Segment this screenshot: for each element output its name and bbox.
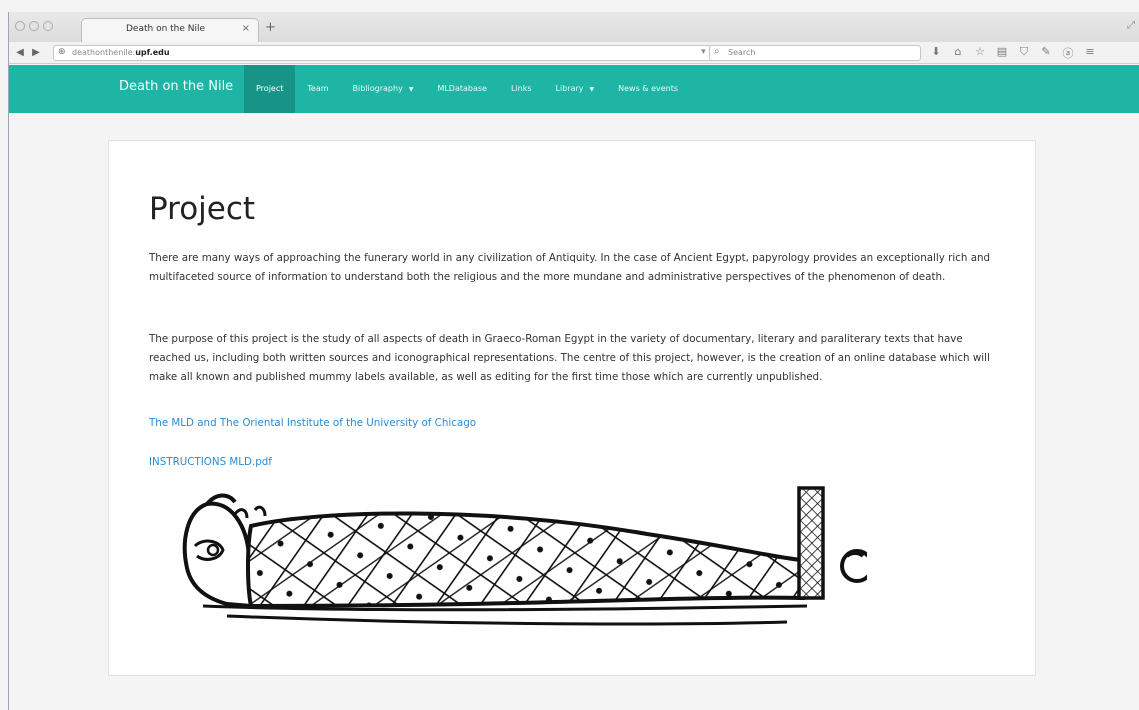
oriental-institute-link[interactable]: The MLD and The Oriental Institute of th… [149,417,476,429]
menu-icon[interactable]: ≡ [1083,45,1097,61]
instructions-pdf-link[interactable]: INSTRUCTIONS MLD.pdf [149,456,272,468]
site-brand[interactable]: Death on the Nile [119,79,233,94]
caret-down-icon: ▼ [408,86,414,93]
search-icon: ⌕ [714,46,720,57]
forward-icon[interactable]: ▶ [29,46,43,60]
addon-icon[interactable]: ⓐ [1061,45,1075,61]
menu-item-mldatabase[interactable]: MLDatabase [425,65,499,113]
menu-item-links[interactable]: Links [499,65,544,113]
menu-item-bibliography[interactable]: Bibliography ▼ [341,65,426,113]
url-text: deathonthenile.upf.edu [72,48,170,57]
menu-item-news-events[interactable]: News & events [606,65,690,113]
close-window-button[interactable] [15,21,25,31]
menu-item-project[interactable]: Project [244,65,296,113]
menu-item-label: Bibliography [352,84,403,93]
browser-tab[interactable]: Death on the Nile × [81,18,259,42]
address-bar[interactable]: ⊕ deathonthenile.upf.edu ▾ ↻ [53,45,723,61]
minimize-window-button[interactable] [29,21,39,31]
search-placeholder: Search [728,48,756,57]
intro-paragraph: There are many ways of approaching the f… [149,252,991,283]
site-navbar: Death on the Nile Project Team Bibliogra… [9,65,1139,113]
library-icon[interactable]: ▤ [995,45,1009,61]
tab-title: Death on the Nile [126,24,206,34]
menu-item-team[interactable]: Team [295,65,340,113]
purpose-paragraph: The purpose of this project is the study… [149,333,990,383]
navigation-toolbar: ◀ ▶ ⊕ deathonthenile.upf.edu ▾ ↻ ⌕ Searc… [9,42,1139,64]
bookmark-star-icon[interactable]: ☆ [973,45,987,61]
maximize-window-button[interactable] [43,21,53,31]
fullscreen-icon[interactable]: ⤢ [1127,20,1135,31]
tab-strip: Death on the Nile × + ⤢ [9,12,1139,42]
pocket-icon[interactable]: ⛉ [1017,45,1031,61]
menu-item-label: Library [555,84,584,93]
toolbar-icons: ⬇ ⌂ ☆ ▤ ⛉ ✎ ⓐ ≡ [929,45,1097,61]
globe-icon: ⊕ [58,47,66,57]
window-controls [15,21,53,31]
home-icon[interactable]: ⌂ [951,45,965,61]
site-menu: Project Team Bibliography ▼ MLDatabase Li… [244,65,690,113]
tab-close-icon[interactable]: × [242,23,250,34]
menu-item-library[interactable]: Library ▼ [544,65,607,113]
content-panel: Project There are many ways of approachi… [108,140,1036,676]
back-icon[interactable]: ◀ [13,46,27,60]
search-box[interactable]: ⌕ Search [709,45,921,61]
caret-down-icon: ▼ [589,86,595,93]
new-tab-button[interactable]: + [265,20,276,35]
page-title: Project [149,191,256,227]
download-icon[interactable]: ⬇ [929,45,943,61]
browser-window: Death on the Nile × + ⤢ ◀ ▶ ⊕ deathonthe… [8,12,1139,710]
mummy-illustration [182,486,867,626]
extension-icon[interactable]: ✎ [1039,45,1053,61]
